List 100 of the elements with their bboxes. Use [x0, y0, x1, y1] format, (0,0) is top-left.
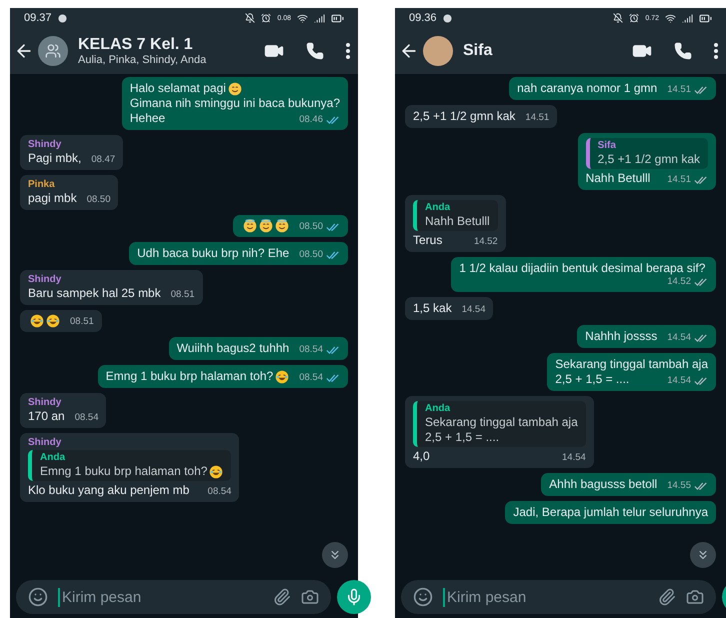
message-text: Wuiihh bagus2 tuhhh — [176, 341, 290, 356]
quoted-message[interactable]: Anda Emng 1 buku brp halaman toh? — [28, 450, 232, 481]
message-time: 14.54 — [562, 452, 586, 464]
chat-title[interactable]: Sifa — [463, 42, 492, 60]
quoted-message[interactable]: Sifa 2,5 +1 1/2 gmn kak — [586, 138, 708, 169]
menu-button[interactable] — [346, 43, 350, 59]
attach-button[interactable] — [273, 588, 291, 606]
message-text: Nahh Betulll — [425, 214, 490, 229]
call-button[interactable] — [674, 42, 692, 60]
paperclip-icon — [273, 588, 291, 606]
message-time: 14.51 — [667, 84, 691, 96]
halo-emoji-icon — [243, 219, 258, 233]
message-input[interactable]: Kirim pesan — [16, 580, 331, 614]
call-button[interactable] — [306, 42, 324, 60]
mute-icon — [613, 13, 624, 23]
halo-emoji-icon — [259, 219, 274, 233]
message-time: 08.50 — [86, 194, 110, 206]
sender-name: Shindy — [28, 397, 62, 409]
message-text: Udh baca buku brp nih? Ehe — [137, 246, 290, 261]
message-time: 14.54 — [667, 375, 691, 387]
message-text: Emng 1 buku brp halaman toh? — [40, 464, 208, 479]
status-time: 09.37 — [24, 12, 52, 24]
signal-icon — [314, 12, 325, 24]
message-text: Nahh Betulll — [586, 171, 650, 186]
laughing-emoji-icon — [46, 314, 60, 328]
quoted-sender: Anda — [425, 202, 452, 214]
quoted-message[interactable]: Anda Sekarang tinggal tambah aja 2,5 + 1,5 = .... — [413, 401, 586, 447]
message-text: Halo selamat pagi — [130, 81, 226, 96]
message-field[interactable]: Kirim pesan — [443, 588, 648, 606]
mute-icon — [245, 13, 256, 23]
message-text: Terus — [413, 233, 442, 248]
message-text: 1 1/2 kalau dijadiin bentuk desimal berapa sif? — [459, 261, 706, 276]
scroll-down-button[interactable] — [322, 542, 348, 568]
microphone-icon — [345, 588, 363, 606]
laughing-emoji-icon — [209, 465, 224, 479]
message-text: Gimana nih sminggu ini baca bukunya? — [130, 96, 340, 111]
message-time: 08.54 — [299, 372, 323, 384]
quoted-sender: Anda — [40, 452, 66, 464]
sender-name: Pinka — [28, 179, 56, 191]
menu-icon — [714, 43, 718, 59]
message-text: Sekarang tinggal tambah aja — [555, 357, 708, 372]
quoted-sender: Anda — [425, 403, 452, 415]
scroll-down-button[interactable] — [690, 542, 716, 568]
group-icon — [45, 43, 61, 59]
chat-title[interactable]: KELAS 7 Kel. 1 — [78, 36, 206, 54]
phone-icon — [306, 42, 324, 60]
photo-placeholder[interactable] — [423, 36, 453, 66]
message-text: Emng 1 buku brp halaman toh? — [106, 369, 274, 384]
menu-button[interactable] — [714, 43, 718, 59]
laughing-emoji-icon — [30, 314, 44, 328]
message-text: nah caranya nomor 1 gmn — [517, 81, 658, 96]
wifi-icon — [297, 12, 308, 24]
camera-button[interactable] — [301, 588, 319, 606]
message-time: 08.51 — [170, 289, 195, 301]
message-text: 2,5 + 1,5 = .... — [425, 430, 500, 445]
message-time: 08.47 — [91, 154, 116, 166]
message-text: 2,5 +1 1/2 gmn kak — [598, 152, 700, 167]
message-time: 08.46 — [299, 114, 323, 126]
camera-icon — [301, 588, 319, 606]
message-text: pagi mbk — [28, 191, 77, 206]
sender-name: Shindy — [28, 139, 62, 151]
message-text: 1,5 kak — [413, 301, 452, 316]
halo-emoji-icon — [275, 219, 290, 233]
paperclip-icon — [658, 588, 676, 606]
message-time: 08.50 — [299, 249, 323, 261]
battery-icon — [699, 12, 712, 24]
sender-name: Shindy — [28, 437, 62, 449]
message-text: Ahhh bagusss betoll — [549, 477, 658, 492]
alarm-icon — [261, 13, 272, 23]
message-text: Klo buku yang aku penjem mb — [28, 483, 190, 498]
notification-icon — [58, 14, 67, 22]
emoji-icon[interactable] — [28, 587, 48, 607]
message-time: 14.55 — [667, 480, 691, 492]
message-text: Hehee — [130, 111, 166, 126]
quoted-message[interactable]: Anda Nahh Betulll — [413, 200, 498, 231]
quoted-sender: Sifa — [598, 140, 617, 152]
message-time: 14.52 — [474, 236, 498, 248]
message-time: 08.51 — [70, 316, 94, 328]
message-text: Jadi, Berapa jumlah telur seluruhnya — [513, 505, 708, 520]
emoji-icon[interactable] — [413, 587, 433, 607]
message-text: 170 an — [28, 409, 65, 424]
wifi-icon — [665, 12, 676, 24]
message-time: 14.52 — [667, 276, 691, 288]
microphone-button[interactable] — [337, 580, 371, 614]
group-avatar[interactable] — [38, 36, 68, 66]
message-text: 2,5 + 1,5 = .... — [555, 372, 630, 387]
battery-icon — [331, 12, 344, 24]
signal-icon — [682, 12, 693, 24]
camera-button[interactable] — [686, 588, 704, 606]
message-input[interactable]: Kirim pesan — [401, 580, 716, 614]
attach-button[interactable] — [658, 588, 676, 606]
status-time: 09.36 — [409, 12, 437, 24]
camera-icon — [686, 588, 704, 606]
message-time: 14.54 — [667, 332, 691, 344]
sender-name: Shindy — [28, 274, 62, 286]
message-text: Sekarang tinggal tambah aja — [425, 415, 578, 430]
message-text: Pagi mbk, — [28, 151, 82, 166]
message-field[interactable]: Kirim pesan — [58, 588, 263, 606]
smiling-emoji-icon — [228, 82, 242, 96]
message-text: 4,0 — [413, 449, 430, 464]
